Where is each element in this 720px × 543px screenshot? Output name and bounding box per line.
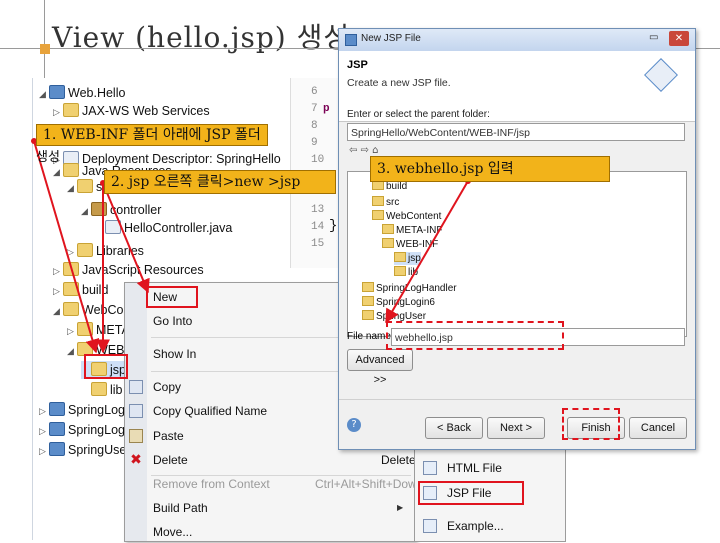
callout-step1: 1. WEB-INF 폴더 아래에 JSP 폴더 bbox=[36, 124, 268, 146]
arrow-step2-new bbox=[102, 182, 150, 294]
callout-step3: 3. webhello.jsp 입력 bbox=[370, 156, 610, 182]
arrow-step1 bbox=[33, 140, 100, 354]
arrow-step3 bbox=[385, 180, 469, 324]
callout-step1-cont: 생성 bbox=[36, 150, 60, 165]
callout-step2: 2. jsp 오른쪽 클릭>new >jsp bbox=[104, 170, 336, 194]
annotation-arrows bbox=[31, 138, 471, 354]
